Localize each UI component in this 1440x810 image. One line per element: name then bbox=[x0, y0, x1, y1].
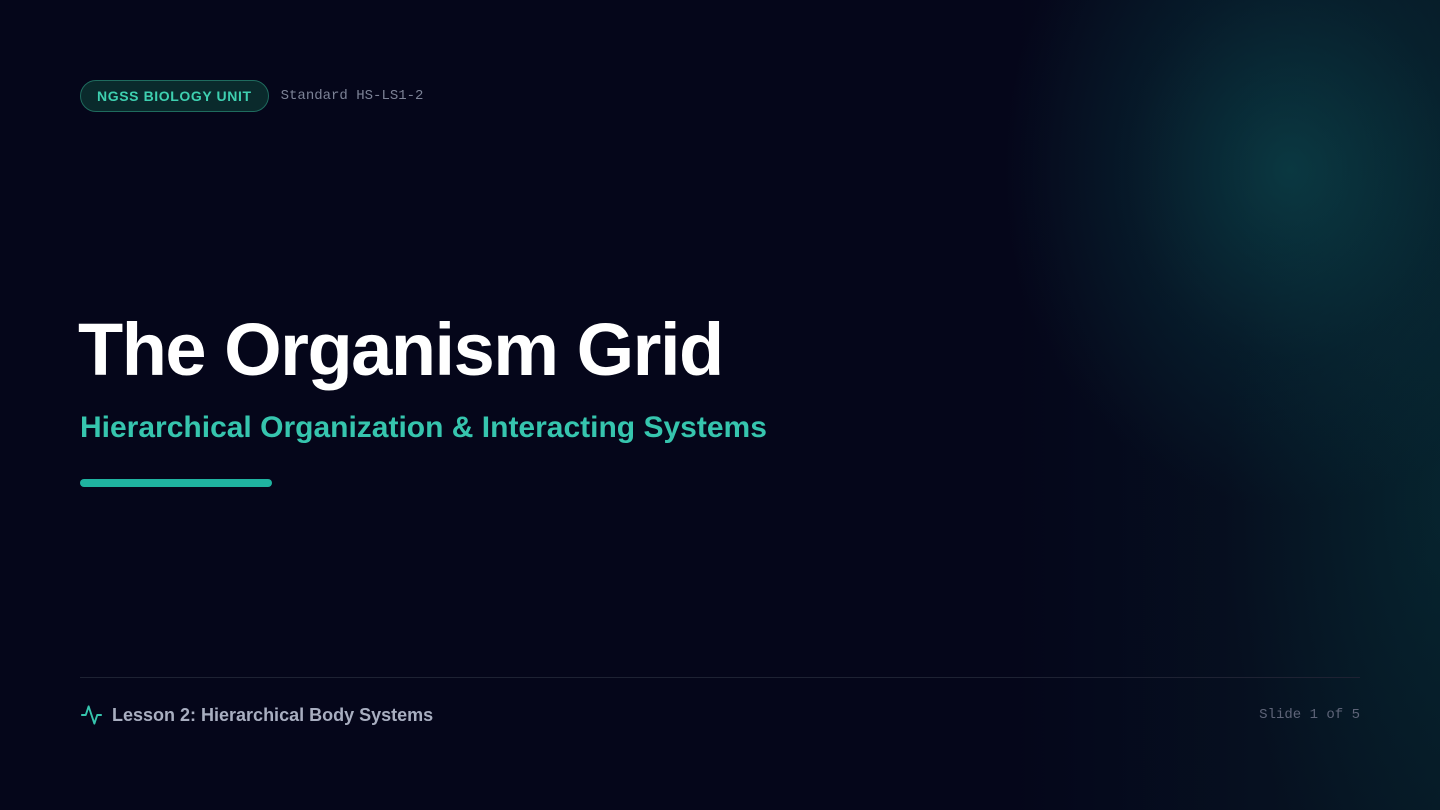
slide-subtitle: Hierarchical Organization & Interacting … bbox=[80, 411, 767, 444]
accent-divider bbox=[80, 479, 272, 487]
lesson-info: Lesson 2: Hierarchical Body Systems bbox=[80, 703, 433, 727]
title-slide: NGSS BIOLOGY UNIT Standard HS-LS1-2 The … bbox=[0, 0, 1440, 810]
unit-badge: NGSS BIOLOGY UNIT bbox=[80, 80, 269, 112]
pulse-icon bbox=[80, 705, 103, 725]
lesson-label: Lesson 2: Hierarchical Body Systems bbox=[112, 705, 434, 725]
slide-header: NGSS BIOLOGY UNIT Standard HS-LS1-2 bbox=[80, 80, 423, 112]
standard-label: Standard HS-LS1-2 bbox=[280, 88, 424, 104]
slide-title: The Organism Grid bbox=[78, 308, 724, 391]
slide-counter: Slide 1 of 5 bbox=[1259, 707, 1360, 723]
footer-divider bbox=[80, 677, 1360, 678]
